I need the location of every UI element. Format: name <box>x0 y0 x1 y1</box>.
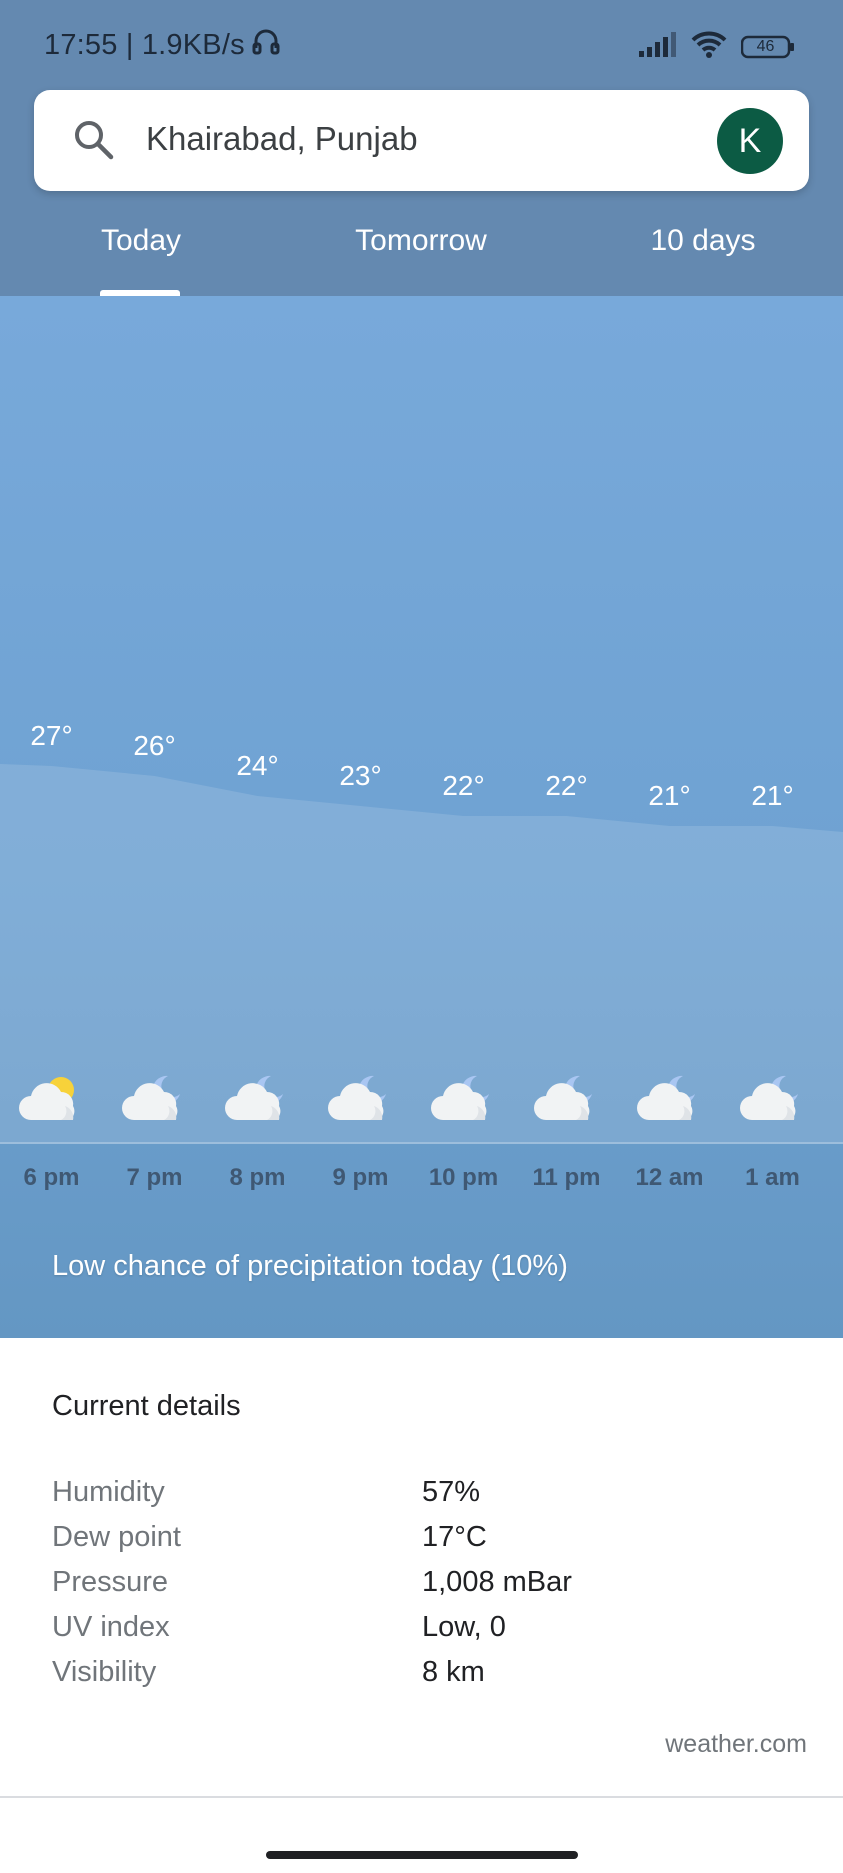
signal-icon <box>637 31 677 62</box>
hour-time: 1 am <box>745 1164 800 1191</box>
day-tabs: Today Tomorrow 10 days <box>0 214 843 296</box>
detail-row-visibility: Visibility 8 km <box>52 1656 792 1700</box>
partly-cloudy-night-icon <box>103 1070 206 1126</box>
battery-level: 46 <box>756 37 775 55</box>
location-text[interactable]: Khairabad, Punjab <box>146 120 418 158</box>
hourly-forecast: 27° 6 pm 26° 7 pm 24° 8 pm 23° 9 pm 22° 10 pm 22° 1… <box>0 296 843 1338</box>
hour-time: 8 pm <box>229 1164 286 1191</box>
status-time-speed: 17:55 | 1.9KB/s <box>44 26 281 64</box>
detail-label: Visibility <box>52 1656 157 1688</box>
status-time-text: 17:55 | 1.9KB/s <box>44 28 245 61</box>
search-icon[interactable] <box>72 118 116 162</box>
hour-temperature: 27° <box>30 720 73 751</box>
detail-value: 57% <box>422 1476 481 1508</box>
precipitation-text: Low chance of precipitation today (10%) <box>52 1250 568 1282</box>
partly-cloudy-night-icon <box>721 1070 824 1126</box>
avatar-letter: K <box>738 121 762 160</box>
detail-row-humidity: Humidity 57% <box>52 1476 792 1520</box>
partly-cloudy-night-icon <box>309 1070 412 1126</box>
partly-sunny-icon <box>0 1070 103 1126</box>
hour-temperature: 23° <box>339 760 382 791</box>
hour-time: 10 pm <box>428 1164 499 1191</box>
current-details-section: Current details Humidity 57% Dew point 1… <box>0 1338 843 1798</box>
hour-temperature: 21° <box>648 780 691 811</box>
app-header: 17:55 | 1.9KB/s 46 Khairabad, Punjab K T… <box>0 0 843 296</box>
partly-cloudy-night-icon <box>412 1070 515 1126</box>
home-indicator[interactable] <box>266 1851 578 1859</box>
hour-time: 11 pm <box>532 1164 601 1191</box>
detail-value: 8 km <box>422 1656 485 1688</box>
partly-cloudy-night-icon <box>206 1070 309 1126</box>
hour-temperature: 26° <box>133 730 176 761</box>
hour-time: 7 pm <box>126 1164 183 1191</box>
source-link[interactable]: weather.com <box>665 1730 807 1759</box>
hour-time: 12 am <box>635 1164 704 1191</box>
detail-label: UV index <box>52 1611 170 1643</box>
hour-temperature: 22° <box>442 770 485 801</box>
tab-tomorrow[interactable]: Tomorrow <box>331 224 511 258</box>
detail-label: Humidity <box>52 1476 165 1508</box>
partly-cloudy-night-icon <box>515 1070 618 1126</box>
hours-divider <box>0 1142 843 1144</box>
temperature-curve <box>0 764 843 1142</box>
tab-10-days[interactable]: 10 days <box>628 224 778 258</box>
partly-cloudy-night-icon <box>618 1070 721 1126</box>
bottom-divider <box>0 1796 843 1798</box>
details-title: Current details <box>52 1390 241 1422</box>
tab-today[interactable]: Today <box>80 224 202 258</box>
location-search-bar[interactable]: Khairabad, Punjab K <box>34 90 809 191</box>
detail-label: Dew point <box>52 1521 181 1553</box>
detail-label: Pressure <box>52 1566 169 1598</box>
detail-row-pressure: Pressure 1,008 mBar <box>52 1566 792 1610</box>
detail-value: Low, 0 <box>422 1611 506 1643</box>
wifi-icon <box>691 30 727 63</box>
headphones-icon <box>251 26 281 64</box>
status-bar: 17:55 | 1.9KB/s 46 <box>0 0 843 90</box>
hour-time: 6 pm <box>23 1164 80 1191</box>
detail-row-dew-point: Dew point 17°C <box>52 1521 792 1565</box>
battery-icon: 46 <box>741 35 795 59</box>
hour-temperature: 24° <box>236 750 279 781</box>
hour-time: 9 pm <box>332 1164 389 1191</box>
hour-temperature: 22° <box>545 770 588 801</box>
status-icons: 46 <box>637 30 795 63</box>
detail-row-uv-index: UV index Low, 0 <box>52 1611 792 1655</box>
hour-temperature: 21° <box>751 780 794 811</box>
avatar[interactable]: K <box>717 108 783 174</box>
detail-value: 17°C <box>422 1521 487 1553</box>
detail-value: 1,008 mBar <box>422 1566 572 1598</box>
